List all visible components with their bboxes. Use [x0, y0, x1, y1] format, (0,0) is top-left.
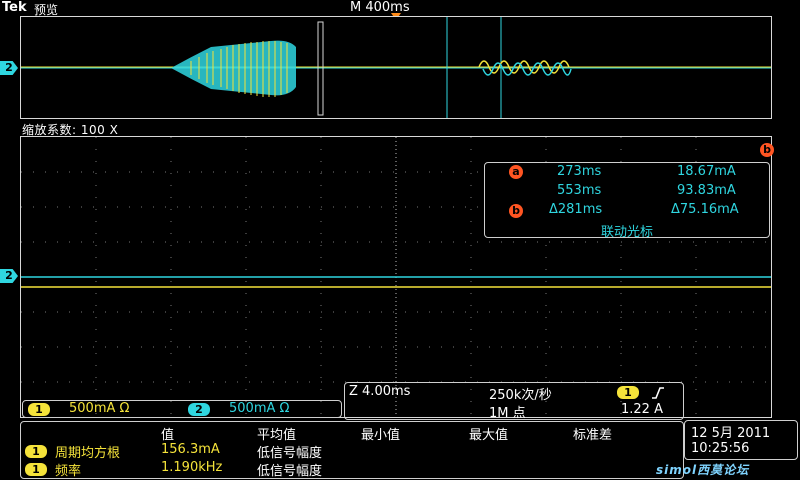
cursor-delta-time: Δ281ms	[549, 202, 603, 217]
measurement-panel: 值 平均值 最小值 最大值 标准差 1 周期均方根 156.3mA 低信号幅度 …	[20, 421, 684, 479]
cursor-b-value: 93.83mA	[677, 183, 736, 198]
cursor-a-value: 18.67mA	[677, 164, 736, 179]
record-length: 1M 点	[489, 406, 526, 421]
cursor-delta-value: Δ75.16mA	[671, 202, 739, 217]
meas-header-value: 值	[161, 428, 175, 443]
meas-row2-name[interactable]: 频率	[55, 460, 81, 479]
cursor-b-badge: b	[509, 204, 523, 218]
zoom-timebase[interactable]: Z 4.00ms	[349, 384, 410, 399]
date-time-panel: 12 5月 2011 10:25:56	[684, 420, 798, 460]
ch1-scale[interactable]: 500mA Ω	[69, 401, 129, 416]
brand-logo: Tek	[2, 0, 27, 15]
cursor-a-badge: a	[509, 165, 523, 179]
watermark-logo: simol西莫论坛	[656, 463, 750, 477]
cursor-b-time: 553ms	[557, 183, 602, 198]
meas-row1-channel: 1	[25, 445, 47, 458]
ch2-scale[interactable]: 500mA Ω	[229, 401, 289, 416]
meas-row1-note: 低信号幅度	[257, 446, 323, 461]
cursor-b-corner-badge[interactable]: b	[760, 143, 774, 157]
meas-row2-note: 低信号幅度	[257, 464, 323, 479]
overview-burst	[171, 40, 296, 97]
ch2-badge[interactable]: 2	[188, 403, 210, 416]
meas-row1-value: 156.3mA	[161, 442, 220, 457]
meas-header-stddev: 标准差	[573, 428, 613, 443]
meas-header-min: 最小值	[361, 428, 401, 443]
cursor-readout-panel: a 273ms 18.67mA 553ms 93.83mA b Δ281ms Δ…	[484, 162, 770, 240]
overview-waveform-svg	[21, 17, 771, 118]
trigger-level[interactable]: 1.22 A	[621, 402, 663, 417]
ch1-badge[interactable]: 1	[28, 403, 50, 416]
linked-cursor-label[interactable]: 联动光标	[601, 221, 653, 240]
meas-header-max: 最大值	[469, 428, 509, 443]
sample-rate: 250k次/秒	[489, 388, 552, 403]
meas-row1-name[interactable]: 周期均方根	[55, 442, 120, 461]
main-ch2-marker[interactable]: 2	[0, 269, 18, 283]
overview-ch2-marker[interactable]: 2	[0, 61, 18, 75]
meas-row2-channel: 1	[25, 463, 47, 476]
meas-row2-value: 1.190kHz	[161, 460, 223, 475]
top-status-bar: Tek 预览 M 400ms	[0, 0, 800, 20]
rising-edge-icon[interactable]	[651, 385, 665, 399]
trigger-source-badge[interactable]: 1	[617, 386, 639, 399]
cursor-a-time: 273ms	[557, 164, 602, 179]
channel-scale-panel: 1 500mA Ω 2 500mA Ω	[22, 400, 342, 418]
overview-waveform-panel[interactable]	[20, 16, 772, 119]
horizontal-acquisition-panel: Z 4.00ms 250k次/秒 1M 点 1 1.22 A	[344, 382, 684, 421]
time-readout: 10:25:56	[691, 441, 750, 456]
meas-header-mean: 平均值	[257, 428, 297, 443]
date-readout: 12 5月 2011	[691, 426, 771, 441]
